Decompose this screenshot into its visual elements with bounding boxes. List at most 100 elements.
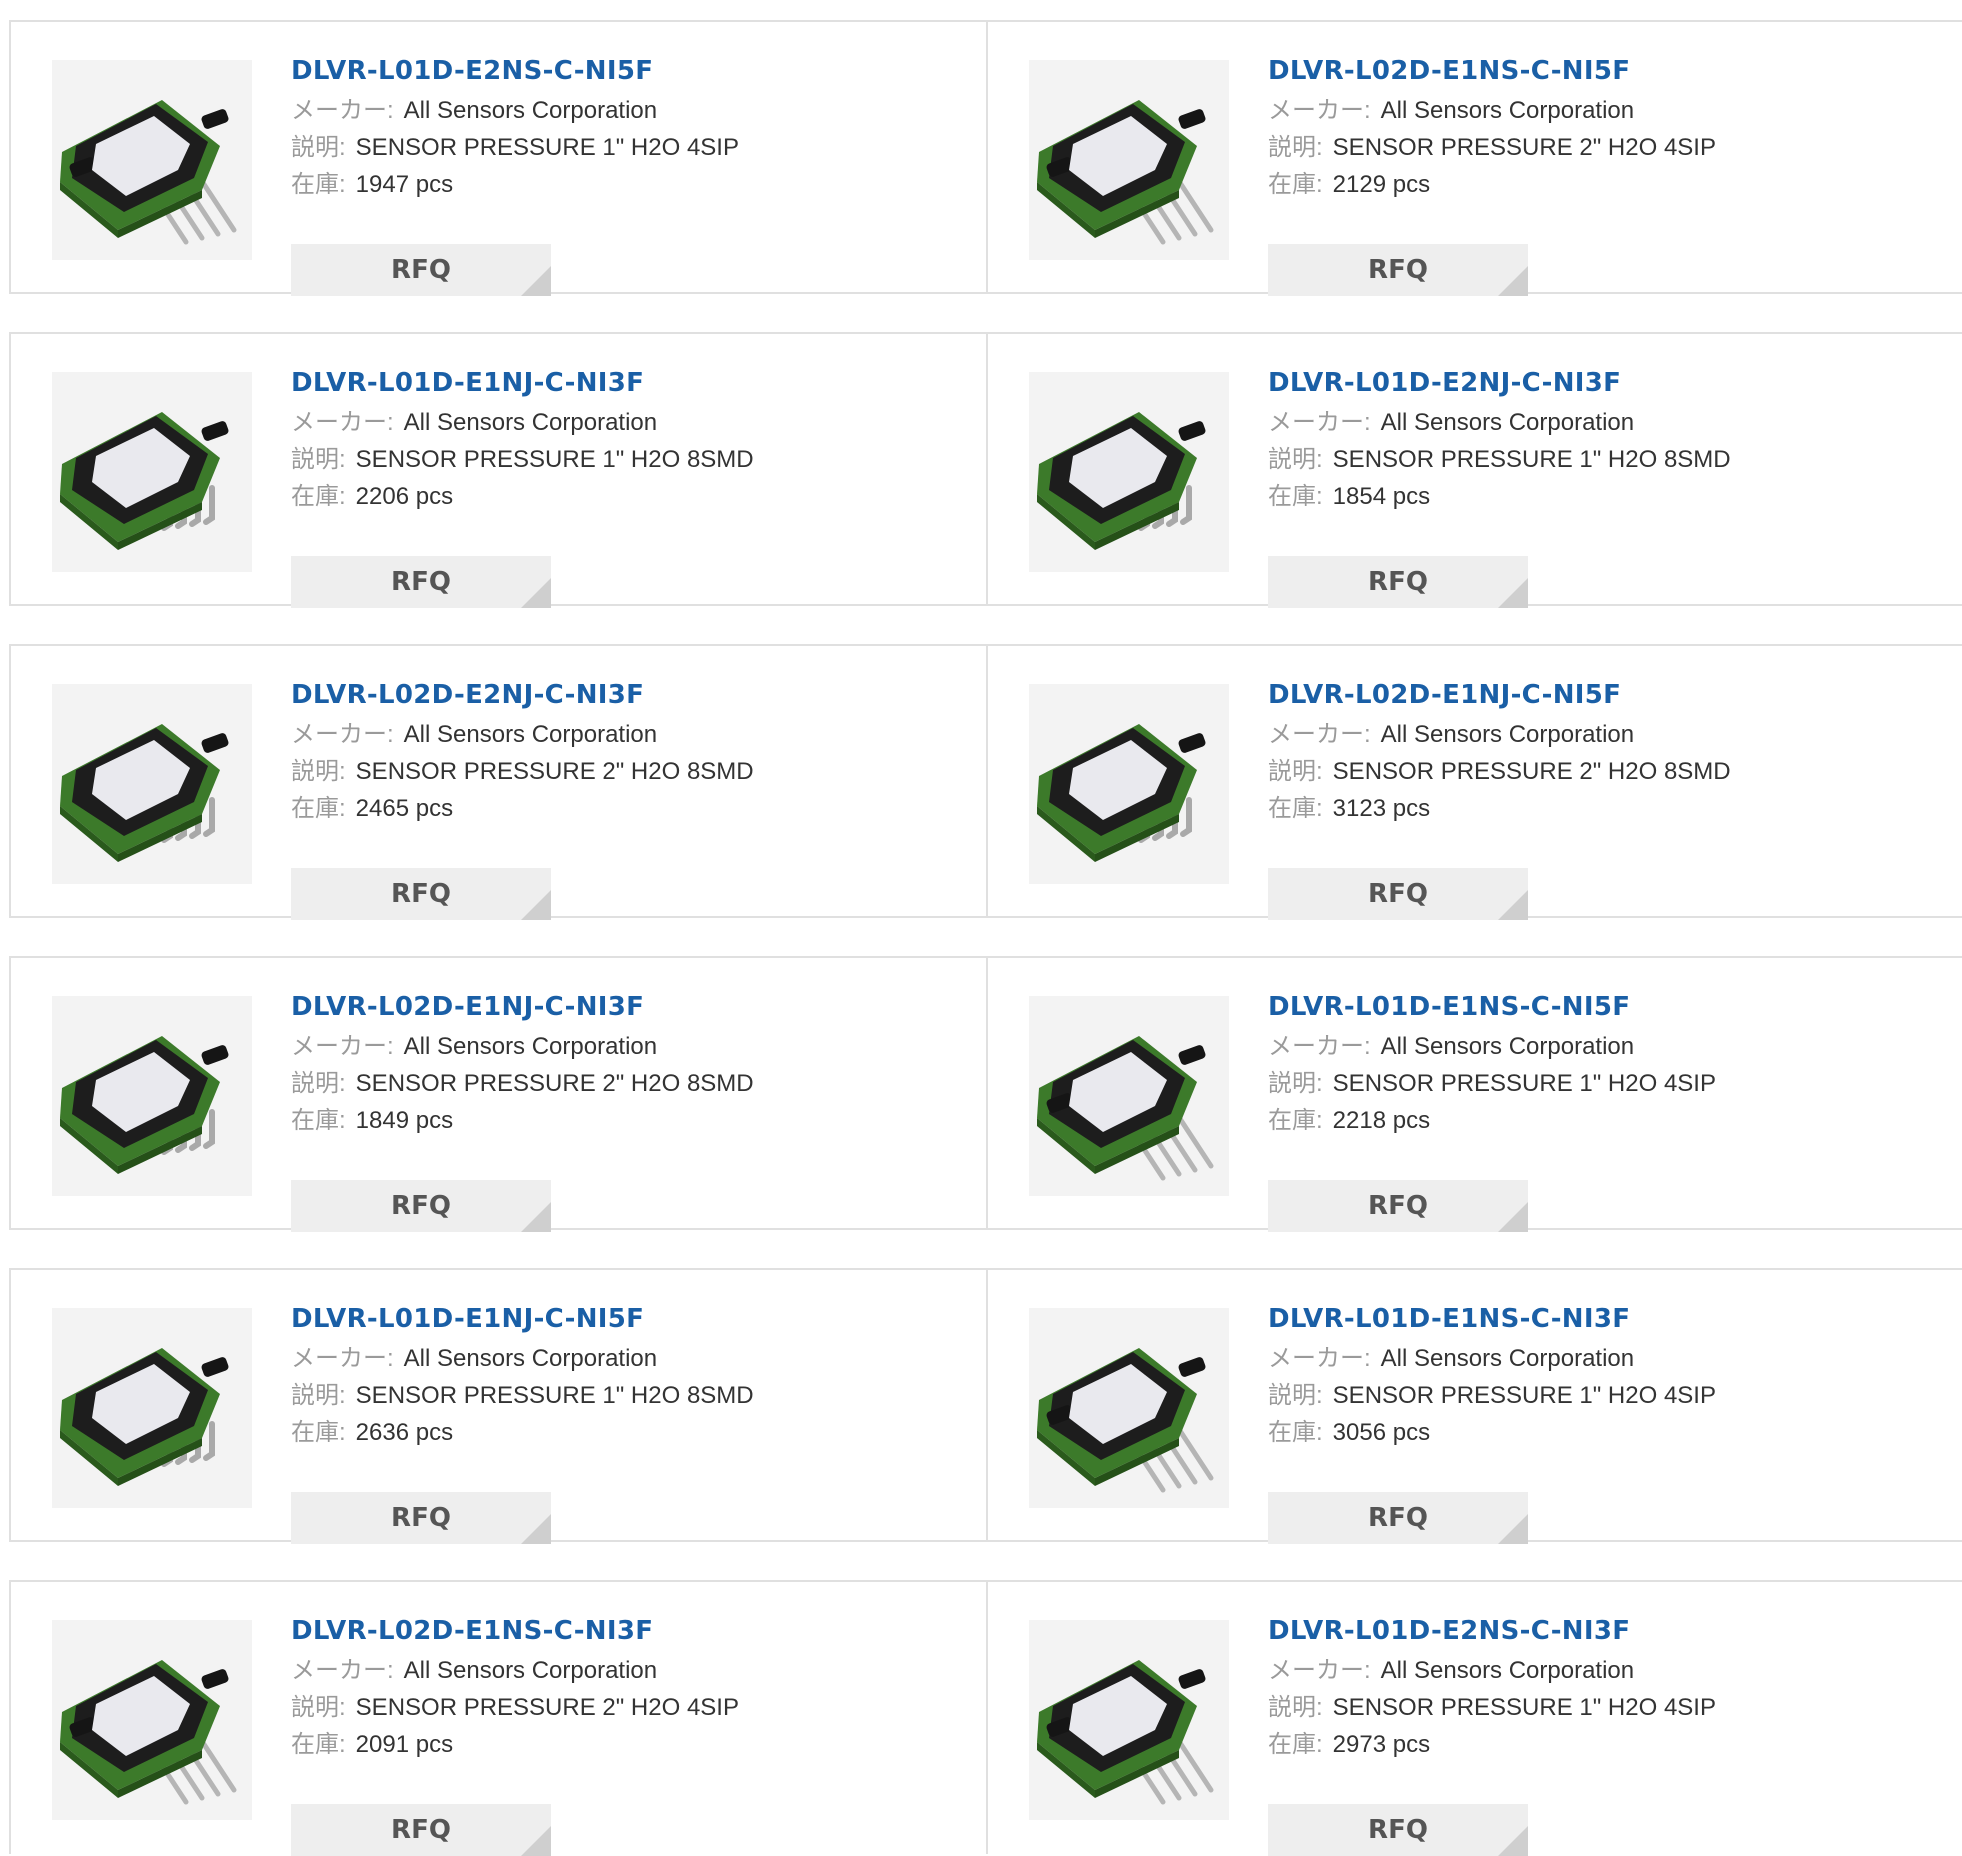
label-separator: : — [339, 795, 346, 822]
label-separator: : — [339, 758, 346, 785]
product-card: DLVR-L02D-E2NJ-C-NI3F メーカー: All Sensors C… — [11, 646, 988, 920]
description-line: 説明: SENSOR PRESSURE 2" H2O 8SMD — [1268, 753, 1928, 790]
part-number-link[interactable]: DLVR-L01D-E2NS-C-NI3F — [1268, 1614, 1928, 1648]
corner-triangle-icon — [521, 266, 551, 296]
stock-value: 2636 pcs — [355, 1419, 454, 1446]
product-image[interactable] — [1029, 1620, 1229, 1820]
part-number-link[interactable]: DLVR-L02D-E1NJ-C-NI5F — [1268, 678, 1928, 712]
rfq-label: RFQ — [391, 1503, 451, 1533]
maker-value: All Sensors Corporation — [403, 1345, 658, 1372]
label-separator: : — [339, 1694, 346, 1721]
stock-label: 在庫 — [291, 483, 339, 510]
part-number-link[interactable]: DLVR-L02D-E1NS-C-NI5F — [1268, 54, 1928, 88]
product-image[interactable] — [1029, 60, 1229, 260]
description-line: 説明: SENSOR PRESSURE 2" H2O 4SIP — [291, 1689, 951, 1726]
rfq-label: RFQ — [391, 255, 451, 285]
rfq-label: RFQ — [1368, 567, 1428, 597]
stock-value: 3123 pcs — [1332, 795, 1431, 822]
maker-label: メーカー — [1268, 97, 1364, 124]
rfq-button[interactable]: RFQ — [291, 1804, 551, 1856]
stock-line: 在庫: 3123 pcs — [1268, 790, 1928, 827]
corner-triangle-icon — [521, 1826, 551, 1856]
product-image[interactable] — [1029, 684, 1229, 884]
label-separator: : — [339, 171, 346, 198]
part-number-link[interactable]: DLVR-L02D-E2NJ-C-NI3F — [291, 678, 951, 712]
maker-line: メーカー: All Sensors Corporation — [1268, 1340, 1928, 1377]
stock-line: 在庫: 2973 pcs — [1268, 1726, 1928, 1763]
part-number-link[interactable]: DLVR-L01D-E1NS-C-NI5F — [1268, 990, 1928, 1024]
product-image[interactable] — [1029, 1308, 1229, 1508]
part-number-link[interactable]: DLVR-L01D-E1NJ-C-NI3F — [291, 366, 951, 400]
label-separator: : — [339, 1382, 346, 1409]
stock-label: 在庫 — [1268, 795, 1316, 822]
description-label: 説明 — [1268, 1694, 1316, 1721]
part-number-link[interactable]: DLVR-L02D-E1NS-C-NI3F — [291, 1614, 951, 1648]
pressure-sensor-8smd-icon — [52, 684, 252, 884]
part-number-link[interactable]: DLVR-L01D-E2NJ-C-NI3F — [1268, 366, 1928, 400]
description-line: 説明: SENSOR PRESSURE 1" H2O 8SMD — [291, 1377, 951, 1414]
part-number-link[interactable]: DLVR-L02D-E1NJ-C-NI3F — [291, 990, 951, 1024]
product-image[interactable] — [52, 1620, 252, 1820]
rfq-button[interactable]: RFQ — [1268, 244, 1528, 296]
rfq-label: RFQ — [1368, 1191, 1428, 1221]
description-label: 説明 — [1268, 1382, 1316, 1409]
product-image[interactable] — [1029, 996, 1229, 1196]
stock-line: 在庫: 3056 pcs — [1268, 1414, 1928, 1451]
maker-label: メーカー — [291, 1345, 387, 1372]
product-row: DLVR-L02D-E1NJ-C-NI3F メーカー: All Sensors C… — [9, 956, 1962, 1232]
pressure-sensor-4sip-icon — [1029, 1620, 1229, 1820]
stock-label: 在庫 — [1268, 1107, 1316, 1134]
rfq-button[interactable]: RFQ — [291, 1492, 551, 1544]
pressure-sensor-4sip-icon — [1029, 60, 1229, 260]
label-separator: : — [1316, 1070, 1323, 1097]
label-separator: : — [339, 483, 346, 510]
maker-line: メーカー: All Sensors Corporation — [291, 1340, 951, 1377]
product-card: DLVR-L02D-E1NS-C-NI5F メーカー: All Sensors C… — [988, 22, 1962, 296]
product-image[interactable] — [52, 60, 252, 260]
stock-value: 2973 pcs — [1332, 1731, 1431, 1758]
rfq-button[interactable]: RFQ — [1268, 1180, 1528, 1232]
part-number-link[interactable]: DLVR-L01D-E1NJ-C-NI5F — [291, 1302, 951, 1336]
rfq-button[interactable]: RFQ — [1268, 1804, 1528, 1856]
description-label: 説明 — [291, 1070, 339, 1097]
description-label: 説明 — [291, 134, 339, 161]
maker-line: メーカー: All Sensors Corporation — [291, 404, 951, 441]
description-line: 説明: SENSOR PRESSURE 1" H2O 4SIP — [1268, 1689, 1928, 1726]
description-label: 説明 — [291, 1694, 339, 1721]
rfq-button[interactable]: RFQ — [1268, 868, 1528, 920]
stock-value: 3056 pcs — [1332, 1419, 1431, 1446]
corner-triangle-icon — [1498, 578, 1528, 608]
label-separator: : — [339, 1731, 346, 1758]
label-separator: : — [1364, 721, 1371, 748]
part-number-link[interactable]: DLVR-L01D-E2NS-C-NI5F — [291, 54, 951, 88]
pressure-sensor-8smd-icon — [1029, 372, 1229, 572]
product-image[interactable] — [52, 684, 252, 884]
maker-line: メーカー: All Sensors Corporation — [1268, 716, 1928, 753]
product-image[interactable] — [52, 1308, 252, 1508]
rfq-button[interactable]: RFQ — [291, 868, 551, 920]
rfq-button[interactable]: RFQ — [291, 244, 551, 296]
stock-label: 在庫 — [1268, 483, 1316, 510]
stock-label: 在庫 — [1268, 1731, 1316, 1758]
product-row: DLVR-L01D-E2NS-C-NI5F メーカー: All Sensors C… — [9, 20, 1962, 296]
pressure-sensor-8smd-icon — [52, 996, 252, 1196]
rfq-button[interactable]: RFQ — [1268, 1492, 1528, 1544]
part-number-link[interactable]: DLVR-L01D-E1NS-C-NI3F — [1268, 1302, 1928, 1336]
maker-line: メーカー: All Sensors Corporation — [291, 1652, 951, 1689]
pressure-sensor-4sip-icon — [52, 1620, 252, 1820]
product-card: DLVR-L02D-E1NS-C-NI3F メーカー: All Sensors C… — [11, 1582, 988, 1856]
rfq-label: RFQ — [1368, 1503, 1428, 1533]
label-separator: : — [1364, 1033, 1371, 1060]
product-image[interactable] — [1029, 372, 1229, 572]
corner-triangle-icon — [521, 578, 551, 608]
label-separator: : — [387, 409, 394, 436]
stock-label: 在庫 — [291, 1107, 339, 1134]
rfq-button[interactable]: RFQ — [291, 556, 551, 608]
rfq-button[interactable]: RFQ — [291, 1180, 551, 1232]
pressure-sensor-4sip-icon — [52, 60, 252, 260]
label-separator: : — [339, 1419, 346, 1446]
label-separator: : — [1316, 1731, 1323, 1758]
rfq-button[interactable]: RFQ — [1268, 556, 1528, 608]
product-image[interactable] — [52, 996, 252, 1196]
product-image[interactable] — [52, 372, 252, 572]
